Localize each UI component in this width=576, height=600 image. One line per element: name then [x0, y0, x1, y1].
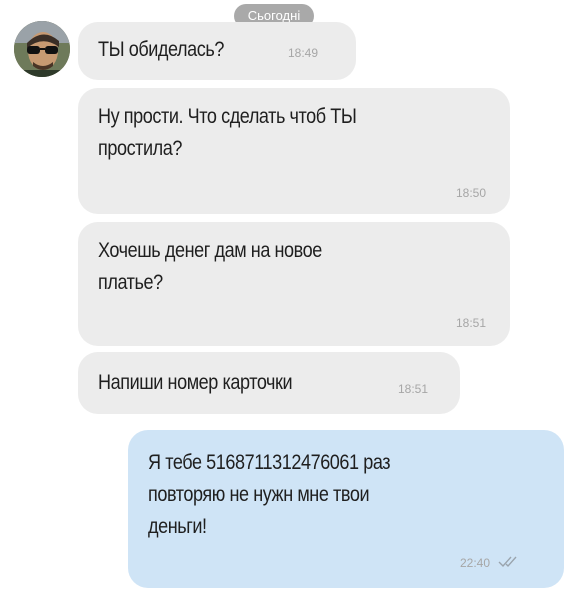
- message-time: 22:40: [460, 556, 491, 570]
- message-text: Хочешь денег дам на новое: [98, 239, 322, 262]
- message-time: 18:49: [288, 46, 319, 60]
- message-bubble-4[interactable]: Напиши номер карточки 18:51: [78, 352, 460, 414]
- message-text: ТЫ обиделась?: [98, 38, 224, 61]
- message-text: Я тебе 5168711312476061 раз: [148, 451, 391, 474]
- message-text: платье?: [98, 271, 163, 294]
- message-time: 18:51: [456, 316, 487, 330]
- message-time: 18:50: [456, 186, 487, 200]
- message-bubble-5[interactable]: Я тебе 5168711312476061 раз повторяю не …: [128, 430, 564, 588]
- message-text: Ну прости. Что сделать чтоб ТЫ: [98, 105, 357, 128]
- message-text: деньги!: [148, 515, 207, 538]
- avatar-photo: [14, 21, 70, 77]
- message-bubble-1[interactable]: ТЫ обиделась? 18:49: [78, 22, 356, 80]
- message-text: простила?: [98, 137, 183, 160]
- message-bubble-3[interactable]: Хочешь денег дам на новое платье? 18:51: [78, 222, 510, 346]
- message-time: 18:51: [398, 382, 429, 396]
- contact-avatar[interactable]: [14, 21, 70, 77]
- message-text: повторяю не нужн мне твои: [148, 483, 370, 506]
- message-bubble-2[interactable]: Ну прости. Что сделать чтоб ТЫ простила?…: [78, 88, 510, 214]
- double-check-icon: [498, 556, 517, 568]
- message-text: Напиши номер карточки: [98, 371, 293, 394]
